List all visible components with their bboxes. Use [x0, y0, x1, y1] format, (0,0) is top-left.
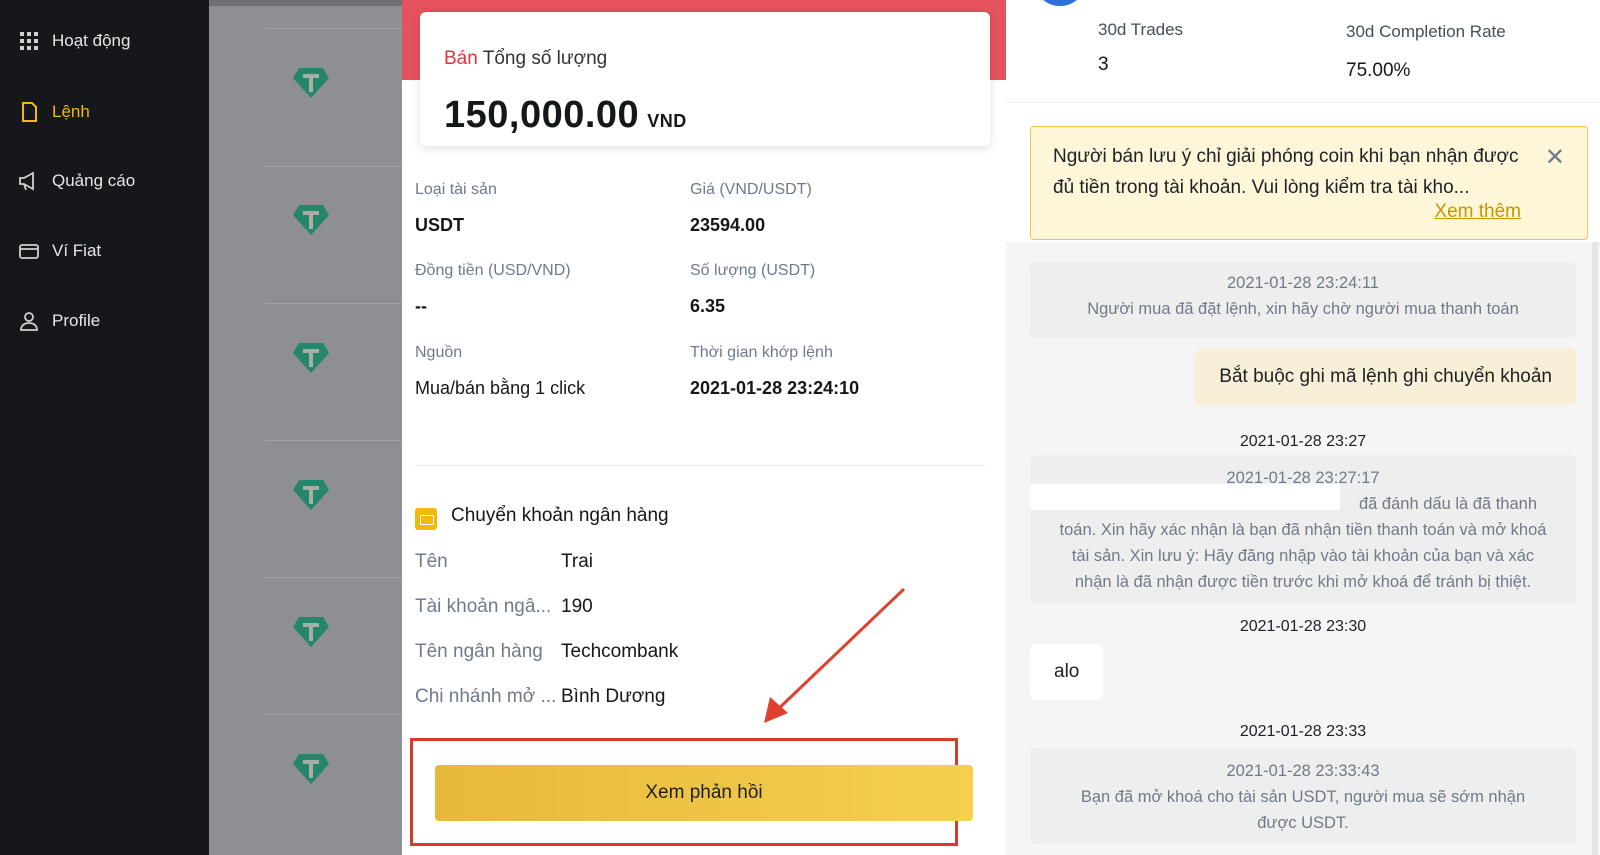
bank-label-account: Tài khoản ngâ...: [415, 596, 552, 617]
tether-icon: [293, 617, 329, 647]
side-label: Bán: [444, 48, 478, 69]
bank-label-bank: Tên ngân hàng: [415, 641, 543, 662]
chat-scrollbar[interactable]: [1592, 242, 1598, 855]
sidebar-item-profile[interactable]: Profile: [18, 310, 100, 332]
sidebar-item-label: Hoạt động: [52, 31, 131, 50]
order-amount: 150,000.00 VND: [444, 94, 687, 137]
amount-card: Bán Tổng số lượng 150,000.00 VND: [420, 12, 990, 146]
trades-value: 3: [1098, 54, 1109, 75]
sidebar-item-label: Ví Fiat: [52, 241, 102, 260]
tether-icon: [293, 754, 329, 784]
system-message-time: 2021-01-28 23:33:43: [1226, 762, 1380, 780]
field-label-source: Nguồn: [415, 344, 463, 361]
bank-card-icon: [415, 508, 437, 530]
completion-label: 30d Completion Rate: [1346, 22, 1506, 41]
list-divider: [265, 28, 425, 29]
sidebar-item-fiat-wallet[interactable]: Ví Fiat: [18, 240, 101, 262]
chat-timestamp: 2021-01-28 23:30: [1239, 618, 1367, 635]
field-value-quantity: 6.35: [690, 296, 726, 316]
tether-icon: [293, 480, 329, 510]
field-value-currency: --: [415, 296, 427, 316]
field-value-price: 23594.00: [690, 215, 766, 235]
top-shade: [209, 0, 402, 6]
sidebar-item-ads[interactable]: Quảng cáo: [18, 170, 135, 192]
section-divider: [415, 465, 985, 466]
system-message-text: Người mua đã đặt lệnh, xin hãy chờ người…: [1087, 300, 1519, 318]
field-label-currency: Đồng tiền (USD/VND): [415, 262, 571, 279]
chat-timestamp: 2021-01-28 23:27: [1239, 433, 1367, 450]
avatar: [1038, 0, 1082, 6]
chat-timestamp: 2021-01-28 23:33: [1239, 723, 1367, 740]
field-label-price: Giá (VND/USDT): [690, 181, 812, 198]
field-label-asset: Loại tài sản: [415, 181, 497, 198]
total-label: Tổng số lượng: [482, 48, 608, 69]
field-label-quantity: Số lượng (USDT): [690, 262, 816, 279]
field-value-match-time: 2021-01-28 23:24:10: [690, 378, 860, 398]
counterparty-stats: 30d Trades 3 30d Completion Rate 75.00%: [1006, 0, 1600, 103]
tether-icon: [293, 343, 329, 373]
grid-icon: [20, 32, 38, 50]
system-message: 2021-01-28 23:24:11 Người mua đã đặt lện…: [1030, 262, 1576, 338]
document-icon: [22, 102, 37, 122]
tether-icon: [293, 68, 329, 98]
user-icon: [20, 312, 38, 331]
list-divider: [265, 577, 425, 578]
view-feedback-button[interactable]: Xem phản hồi: [435, 765, 973, 821]
amount-currency: VND: [647, 111, 687, 131]
system-message: 2021-01-28 23:33:43 Bạn đã mở khoá cho t…: [1030, 748, 1576, 844]
their-message: alo: [1030, 644, 1104, 700]
list-divider: [265, 714, 425, 715]
amount-title: Bán Tổng số lượng: [444, 48, 607, 70]
order-detail-panel: Bán Tổng số lượng 150,000.00 VND Loại tài…: [402, 0, 1006, 855]
system-message: 2021-01-28 23:27:17 đã đánh dấu là đã th…: [1030, 455, 1576, 603]
field-label-match-time: Thời gian khớp lệnh: [690, 344, 833, 361]
bank-value-name: Trai: [561, 551, 593, 572]
field-value-source: Mua/bán bằng 1 click: [415, 378, 586, 398]
system-message-time: 2021-01-28 23:24:11: [1227, 274, 1379, 292]
megaphone-icon: [19, 171, 34, 191]
seller-notice: Người bán lưu ý chỉ giải phóng coin khi …: [1030, 126, 1588, 240]
close-icon[interactable]: ✕: [1545, 143, 1565, 172]
see-more-link[interactable]: Xem thêm: [1434, 201, 1521, 223]
my-message: Bắt buộc ghi mã lệnh ghi chuyển khoản: [1195, 349, 1576, 405]
bank-label-name: Tên: [415, 551, 448, 572]
sidebar: Hoạt động Lệnh Quảng cáo Ví Fiat Profile: [0, 0, 209, 855]
sidebar-item-orders[interactable]: Lệnh: [18, 101, 90, 123]
payment-method-title: Chuyển khoản ngân hàng: [451, 505, 669, 526]
system-message-text: Bạn đã mở khoá cho tài sản USDT, người m…: [1080, 788, 1526, 832]
order-list-overlay: [209, 0, 425, 855]
list-divider: [265, 303, 425, 304]
field-value-asset: USDT: [415, 215, 464, 235]
redacted-name: [1030, 484, 1340, 510]
sidebar-item-label: Lệnh: [52, 102, 90, 121]
notice-text: Người bán lưu ý chỉ giải phóng coin khi …: [1053, 146, 1519, 198]
wallet-icon: [19, 244, 39, 259]
trades-label: 30d Trades: [1098, 20, 1184, 39]
bank-value-bank: Techcombank: [561, 641, 679, 662]
amount-value: 150,000.00: [444, 94, 640, 136]
chat-panel: 30d Trades 3 30d Completion Rate 75.00% …: [1006, 0, 1600, 855]
sidebar-item-label: Profile: [52, 311, 101, 330]
sidebar-item-activity[interactable]: Hoạt động: [18, 30, 130, 52]
sidebar-item-label: Quảng cáo: [52, 171, 136, 190]
completion-value: 75.00%: [1346, 60, 1411, 81]
bank-value-branch: Bình Dương: [561, 686, 666, 707]
list-divider: [265, 440, 425, 441]
tether-icon: [293, 205, 329, 235]
list-divider: [265, 166, 425, 167]
bank-label-branch: Chi nhánh mở ...: [415, 686, 557, 707]
bank-value-account: 190: [561, 596, 593, 617]
